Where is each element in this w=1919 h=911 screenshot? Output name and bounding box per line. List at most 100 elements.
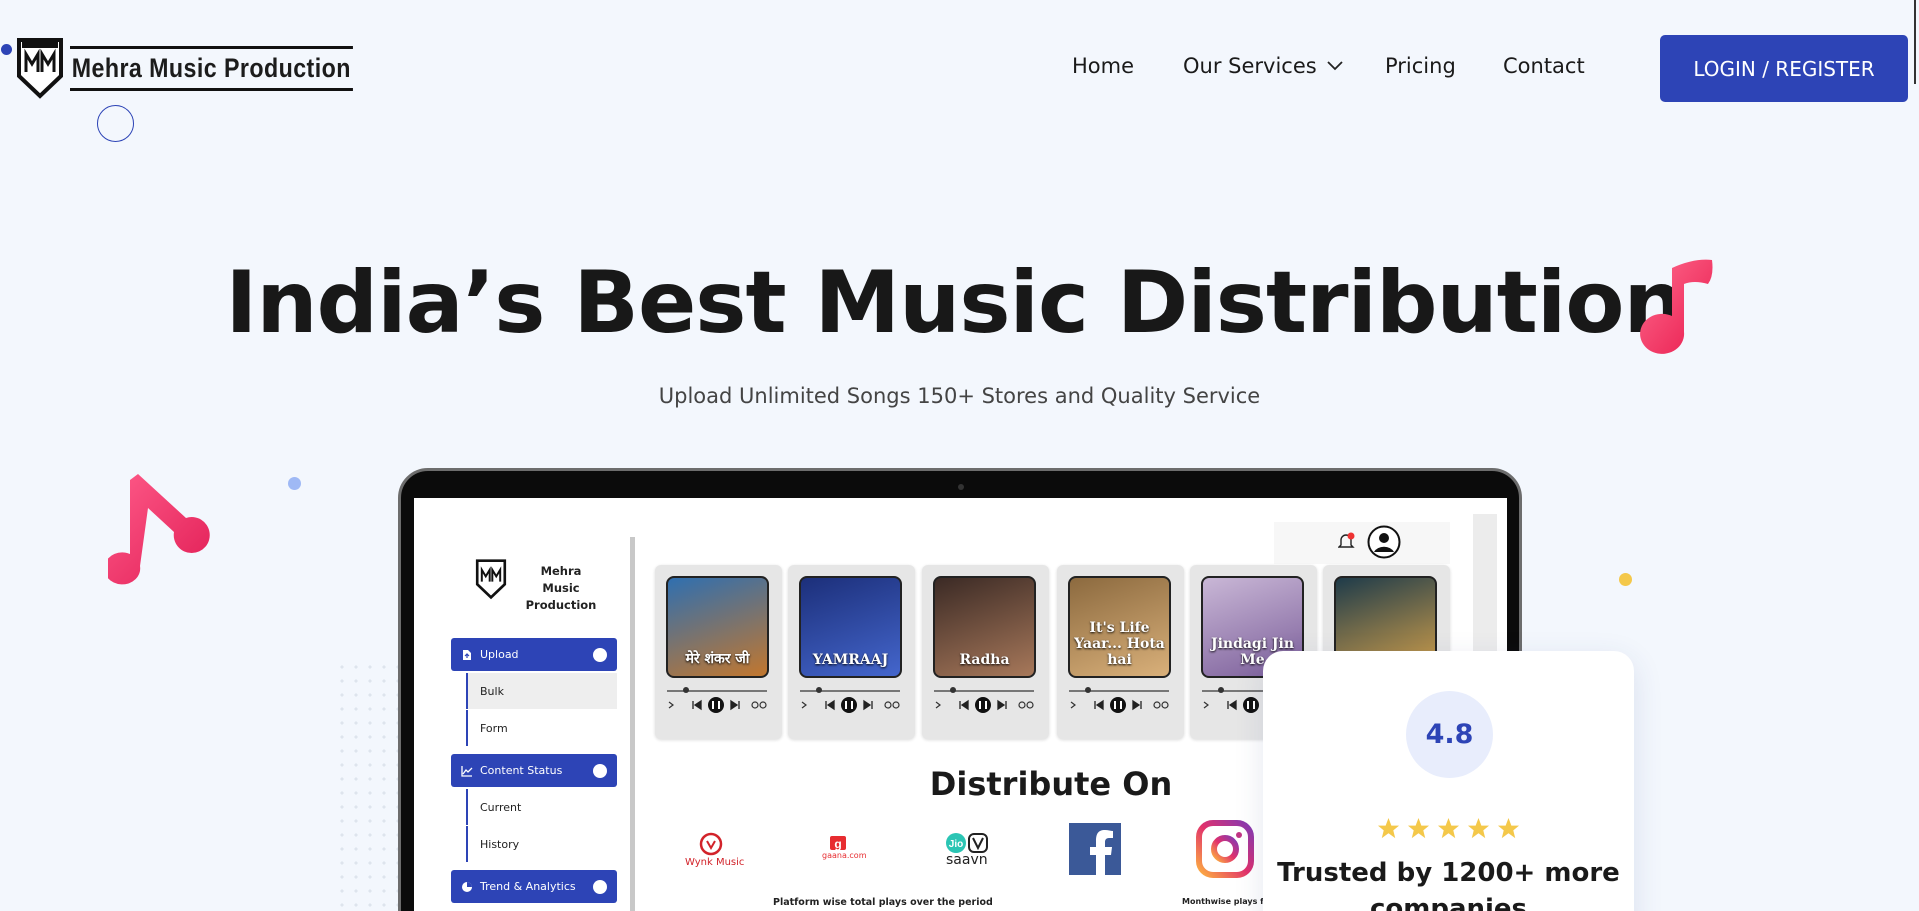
notification-bell-icon[interactable] xyxy=(1338,532,1355,551)
rating-score: 4.8 xyxy=(1406,691,1493,778)
platform-wynk[interactable]: Wynk Music xyxy=(683,831,744,871)
seek-bar[interactable] xyxy=(800,690,900,692)
trusted-text: Trusted by 1200+ more companies xyxy=(1277,858,1620,911)
album-cover[interactable]: YAMRAAJ xyxy=(799,576,902,678)
hero-title: India’s Best Music Distribution xyxy=(225,253,1684,353)
repeat-icon[interactable] xyxy=(1018,701,1026,709)
platform-facebook[interactable] xyxy=(1069,823,1121,875)
menu-trend-analytics-label: Trend & Analytics xyxy=(480,880,576,893)
file-upload-icon xyxy=(463,649,471,660)
chevron-up-icon xyxy=(593,764,607,778)
menu-item-bulk[interactable]: Bulk xyxy=(466,673,617,709)
nav-contact[interactable]: Contact xyxy=(1503,54,1585,78)
nav-pricing[interactable]: Pricing xyxy=(1385,54,1456,78)
pause-icon[interactable] xyxy=(1110,697,1126,713)
album-cover[interactable]: मेरे शंकर जी xyxy=(666,576,769,678)
platform-jiosaavn-label: saavn xyxy=(946,852,988,868)
platform-instagram[interactable] xyxy=(1196,820,1254,878)
app-shield-logo-icon xyxy=(475,559,507,600)
pause-icon[interactable] xyxy=(708,697,724,713)
pause-icon[interactable] xyxy=(1243,697,1259,713)
chevron-down-icon xyxy=(1327,61,1343,71)
laptop-camera xyxy=(958,484,964,490)
rating-card: 4.8 Trusted by 1200+ more companies xyxy=(1263,651,1634,911)
album-cover[interactable]: Radha xyxy=(933,576,1036,678)
menu-item-history[interactable]: History xyxy=(466,826,617,862)
decor-dot xyxy=(1619,573,1632,586)
prev-icon[interactable] xyxy=(1094,699,1104,711)
album-card[interactable]: It's Life Yaar... Hota hai xyxy=(1057,565,1184,739)
nav-our-services-label: Our Services xyxy=(1183,54,1317,78)
prev-icon[interactable] xyxy=(692,699,702,711)
player-controls xyxy=(801,697,900,713)
seek-bar[interactable] xyxy=(667,690,767,692)
next-icon[interactable] xyxy=(1132,699,1142,711)
hero-subtitle: Upload Unlimited Songs 150+ Stores and Q… xyxy=(658,384,1261,408)
pause-icon[interactable] xyxy=(841,697,857,713)
svg-text:Jio: Jio xyxy=(949,839,963,850)
chart-caption-platform-plays: Platform wise total plays over the perio… xyxy=(773,897,993,908)
next-icon[interactable] xyxy=(730,699,740,711)
music-note-icon xyxy=(1640,259,1713,354)
shuffle-icon[interactable] xyxy=(668,701,674,709)
platform-wynk-label: Wynk Music xyxy=(685,857,745,868)
seek-bar[interactable] xyxy=(934,690,1034,692)
shuffle-icon[interactable] xyxy=(801,701,807,709)
album-card[interactable]: Radha xyxy=(922,565,1049,739)
prev-icon[interactable] xyxy=(1227,699,1237,711)
player-controls xyxy=(1070,697,1169,713)
repeat-icon[interactable] xyxy=(884,701,892,709)
player-controls xyxy=(668,697,767,713)
platform-jiosaavn[interactable]: Jio saavn xyxy=(944,832,990,872)
seek-handle[interactable] xyxy=(816,687,822,693)
shield-logo-icon xyxy=(17,38,63,99)
star-icon xyxy=(1437,817,1460,839)
seek-handle[interactable] xyxy=(1218,687,1224,693)
player-controls xyxy=(935,697,1034,713)
chevron-up-icon xyxy=(593,648,607,662)
repeat-icon[interactable] xyxy=(751,701,759,709)
album-card[interactable]: मेरे शंकर जी xyxy=(655,565,782,739)
brand-name: Mehra Music Production xyxy=(70,45,353,91)
distribute-title: Distribute On xyxy=(929,765,1173,803)
nav-home[interactable]: Home xyxy=(1072,54,1134,78)
menu-item-current[interactable]: Current xyxy=(466,789,617,825)
menu-content-status-label: Content Status xyxy=(480,764,563,777)
user-avatar-icon[interactable] xyxy=(1367,525,1401,559)
pause-icon[interactable] xyxy=(975,697,991,713)
decor-dot xyxy=(288,477,301,490)
shuffle-icon[interactable] xyxy=(1070,701,1076,709)
repeat-icon[interactable] xyxy=(1153,701,1161,709)
chevron-up-icon xyxy=(593,880,607,894)
next-icon[interactable] xyxy=(863,699,873,711)
prev-icon[interactable] xyxy=(825,699,835,711)
shuffle-icon[interactable] xyxy=(935,701,941,709)
pie-chart-icon xyxy=(462,881,472,892)
seek-handle[interactable] xyxy=(1085,687,1091,693)
album-cover[interactable]: It's Life Yaar... Hota hai xyxy=(1068,576,1171,678)
seek-handle[interactable] xyxy=(950,687,956,693)
seek-handle[interactable] xyxy=(683,687,689,693)
album-title: मेरे शंकर जी xyxy=(685,651,750,667)
platform-gaana[interactable]: g gaana.com xyxy=(820,836,866,864)
dashboard-topbar xyxy=(1274,522,1450,564)
platform-gaana-label: gaana.com xyxy=(822,851,867,860)
shuffle-icon[interactable] xyxy=(1203,701,1209,709)
login-register-button[interactable]: LOGIN / REGISTER xyxy=(1660,35,1908,102)
nav-our-services[interactable]: Our Services xyxy=(1183,54,1343,78)
menu-upload[interactable]: Upload xyxy=(451,638,617,671)
music-note-icon xyxy=(108,474,210,585)
seek-bar[interactable] xyxy=(1069,690,1169,692)
brand-logo[interactable]: Mehra Music Production xyxy=(16,36,399,100)
menu-trend-analytics[interactable]: Trend & Analytics xyxy=(451,870,617,903)
album-card[interactable]: YAMRAAJ xyxy=(788,565,915,739)
menu-content-status[interactable]: Content Status xyxy=(451,754,617,787)
star-icon xyxy=(1407,817,1430,839)
instagram-icon xyxy=(1196,820,1254,878)
sidebar-scrollbar[interactable] xyxy=(630,537,635,911)
menu-item-form[interactable]: Form xyxy=(466,710,617,746)
svg-text:g: g xyxy=(834,837,841,851)
prev-icon[interactable] xyxy=(959,699,969,711)
line-chart-icon xyxy=(461,765,473,777)
next-icon[interactable] xyxy=(997,699,1007,711)
